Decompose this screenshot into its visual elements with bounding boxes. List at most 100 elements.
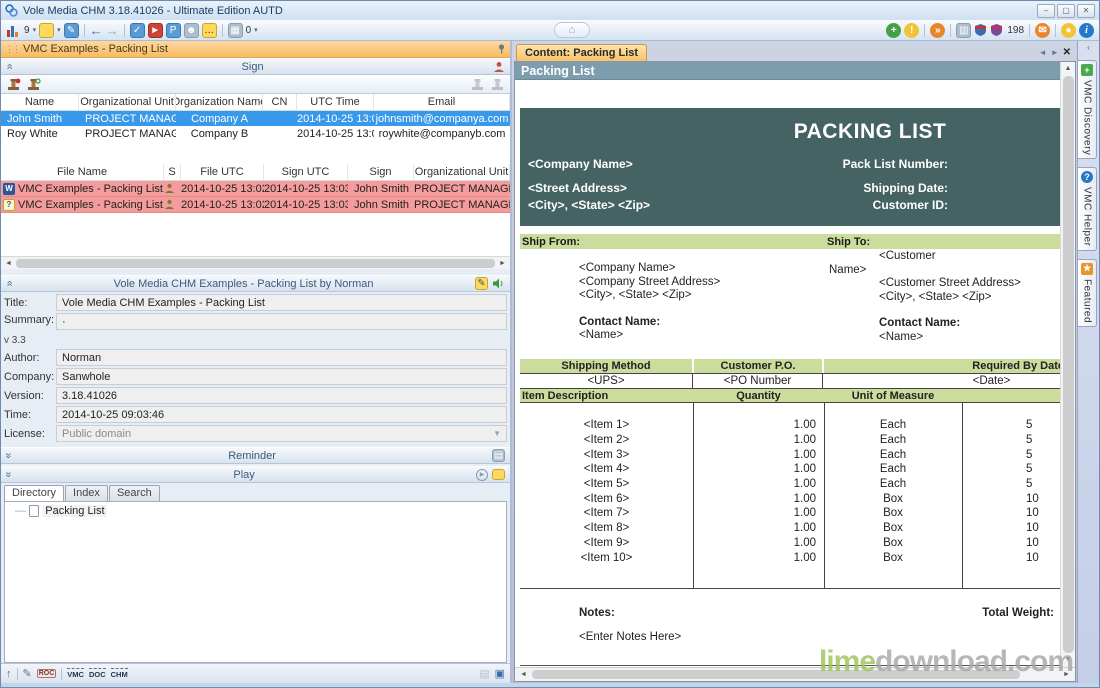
scroll-top-icon[interactable]: ↑ xyxy=(6,668,12,680)
column-header[interactable]: Sign UTC xyxy=(264,164,348,180)
update-shield-icon[interactable] xyxy=(990,23,1003,37)
chat-icon[interactable]: … xyxy=(202,23,217,38)
scroll-down-icon[interactable]: ▼ xyxy=(1065,654,1072,666)
properties-section-header[interactable]: « Vole Media CHM Examples - Packing List… xyxy=(1,275,510,292)
close-button[interactable]: ✕ xyxy=(1077,4,1095,18)
media-tube-icon[interactable]: ▶ xyxy=(148,23,163,38)
column-header[interactable]: Email xyxy=(374,94,510,110)
tab-content-packing-list[interactable]: Content: Packing List xyxy=(516,44,647,61)
scrollbar-thumb[interactable] xyxy=(16,259,495,268)
tab-scroll-right-icon[interactable]: ► xyxy=(1051,48,1059,57)
editor-icon[interactable]: ✎ xyxy=(64,23,79,38)
contact-icon[interactable]: ☻ xyxy=(184,23,199,38)
coin-icon[interactable]: ● xyxy=(1061,23,1076,38)
summary-field[interactable]: · xyxy=(56,313,507,330)
forward-icon[interactable]: → xyxy=(106,24,119,37)
folder-icon[interactable] xyxy=(492,469,505,480)
signers-table-header[interactable]: NameOrganizational UnitOrganization Name… xyxy=(1,94,510,111)
scroll-left-icon[interactable]: ◄ xyxy=(3,260,14,267)
collapse-icon[interactable]: « xyxy=(4,280,15,286)
edit-note-icon[interactable]: ✎ xyxy=(475,277,488,290)
column-header[interactable]: Sign xyxy=(348,164,414,180)
shield-icon[interactable] xyxy=(974,23,987,37)
vmc-format-button[interactable]: VMC xyxy=(67,668,84,679)
clipboard-icon[interactable]: ▤ xyxy=(479,667,489,680)
stamp-sign-icon[interactable] xyxy=(6,78,21,91)
edit-sign-icon[interactable]: ✎ xyxy=(23,667,32,680)
bank-icon[interactable]: ▥ xyxy=(956,23,971,38)
info-icon[interactable]: i xyxy=(1079,23,1094,38)
content-vertical-scrollbar[interactable]: ▲ ▼ xyxy=(1060,62,1075,667)
side-tab-vmc-discovery[interactable]: + VMC Discovery xyxy=(1078,60,1097,159)
roc-stamp-icon[interactable]: ROC xyxy=(37,669,57,678)
reminder-section-header[interactable]: « Reminder ▤ xyxy=(1,447,510,464)
column-header[interactable]: Organizational Unit xyxy=(79,94,176,110)
mail-icon[interactable]: ✉ xyxy=(1035,23,1050,38)
side-tab-vmc-helper[interactable]: ? VMC Helper xyxy=(1078,167,1097,250)
files-horizontal-scrollbar[interactable]: ◄ ► xyxy=(1,256,510,269)
side-tab-featured[interactable]: ★ Featured xyxy=(1078,259,1097,327)
chevron-down-icon[interactable]: ▾ xyxy=(57,26,61,34)
pin-icon[interactable] xyxy=(497,44,506,54)
media-count-icon[interactable]: ▦ xyxy=(228,23,243,38)
column-header[interactable]: Name xyxy=(1,94,79,110)
company-field[interactable]: Sanwhole xyxy=(56,368,507,385)
table-row[interactable]: VMC Examples - Packing List.chm 2014-10-… xyxy=(1,197,510,213)
column-header[interactable]: S xyxy=(164,164,181,180)
publish-icon[interactable]: P xyxy=(166,23,181,38)
tip-icon[interactable]: ! xyxy=(904,23,919,38)
strip-collapse-icon[interactable]: ‹ xyxy=(1087,43,1090,52)
scroll-left-icon[interactable]: ◄ xyxy=(518,671,529,678)
panel-header[interactable]: ⋮⋮ VMC Examples - Packing List xyxy=(1,41,510,58)
reminder-icon[interactable]: ▤ xyxy=(492,449,505,462)
content-horizontal-scrollbar[interactable]: ◄ ► xyxy=(515,667,1075,681)
column-header[interactable]: File Name xyxy=(1,164,164,180)
scroll-up-icon[interactable]: ▲ xyxy=(1065,63,1072,75)
table-row[interactable]: Roy White PROJECT MANAGER Company B 2014… xyxy=(1,126,510,141)
home-button[interactable]: ⌂ xyxy=(554,22,590,38)
collapse-icon[interactable]: « xyxy=(4,63,15,69)
version-field[interactable]: 3.18.41026 xyxy=(56,387,507,404)
files-table-header[interactable]: File NameSFile UTCSign UTCSignOrganizati… xyxy=(1,164,510,181)
tree-item-packing-list[interactable]: –– Packing List xyxy=(7,505,504,517)
expand-icon[interactable]: « xyxy=(4,471,15,477)
play-icon[interactable]: ▶ xyxy=(476,469,488,481)
play-section-header[interactable]: « Play ▶ xyxy=(1,466,510,483)
maximize-button[interactable]: ▢ xyxy=(1057,4,1075,18)
column-header[interactable]: UTC Time xyxy=(297,94,374,110)
stamp-add-icon[interactable] xyxy=(26,78,41,91)
column-header[interactable]: Organizational Unit xyxy=(414,164,510,180)
table-row[interactable]: John Smith PROJECT MANAGER Company A 201… xyxy=(1,111,510,126)
chm-format-button[interactable]: CHM xyxy=(111,668,128,679)
add-icon[interactable]: + xyxy=(886,23,901,38)
stamp-clear-icon[interactable] xyxy=(490,78,505,91)
title-field[interactable]: Vole Media CHM Examples - Packing List xyxy=(56,294,507,311)
sign-all-icon[interactable] xyxy=(493,61,505,73)
note-icon[interactable] xyxy=(39,23,54,38)
column-header[interactable]: CN xyxy=(263,94,297,110)
stamp-remove-icon[interactable] xyxy=(470,78,485,91)
author-field[interactable]: Norman xyxy=(56,349,507,366)
save-icon[interactable]: ▣ xyxy=(495,667,505,680)
scroll-right-icon[interactable]: ► xyxy=(497,260,508,267)
back-icon[interactable]: ← xyxy=(90,24,103,37)
table-row[interactable]: VMC Examples - Packing List.docx 2014-10… xyxy=(1,181,510,197)
tab-close-icon[interactable]: ✕ xyxy=(1063,47,1071,58)
document-viewport[interactable]: PACKING LIST <Company Name> <Street Addr… xyxy=(515,80,1060,667)
chevron-down-icon[interactable]: ▾ xyxy=(33,26,37,34)
sign-file-icon[interactable]: ✓ xyxy=(130,23,145,38)
tab-scroll-left-icon[interactable]: ◄ xyxy=(1039,48,1047,57)
column-header[interactable]: File UTC xyxy=(181,164,264,180)
minimize-button[interactable]: – xyxy=(1037,4,1055,18)
scrollbar-thumb[interactable] xyxy=(1063,76,1074,653)
scrollbar-thumb[interactable] xyxy=(532,670,1020,679)
tab-directory[interactable]: Directory xyxy=(4,485,64,501)
runner-icon[interactable]: » xyxy=(930,23,945,38)
doc-format-button[interactable]: DOC xyxy=(89,668,106,679)
speaker-icon[interactable] xyxy=(492,278,505,289)
license-select[interactable]: Public domain ▼ xyxy=(56,425,507,442)
tab-index[interactable]: Index xyxy=(65,485,108,501)
time-field[interactable]: 2014-10-25 09:03:46 xyxy=(56,406,507,423)
column-header[interactable]: Organization Name xyxy=(176,94,263,110)
scroll-right-icon[interactable]: ► xyxy=(1061,671,1072,678)
